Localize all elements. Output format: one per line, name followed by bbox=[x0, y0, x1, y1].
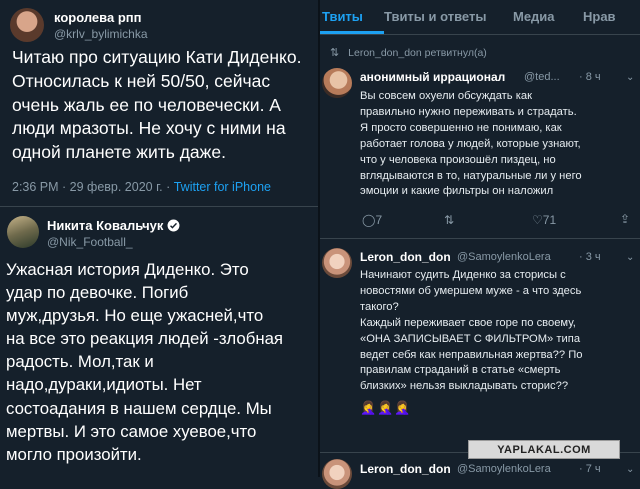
left-panel: королева рпп @krlv_bylimichka Читаю про … bbox=[0, 0, 318, 477]
tweet-time[interactable]: · 7 ч bbox=[579, 463, 601, 475]
tweet-source-link[interactable]: Twitter for iPhone bbox=[174, 180, 271, 194]
author-name: Никита Ковальчук bbox=[47, 218, 180, 233]
tweet-time[interactable]: · 3 ч bbox=[579, 251, 601, 263]
chevron-down-icon[interactable]: ⌄ bbox=[626, 252, 634, 263]
author-name[interactable]: королева рпп bbox=[54, 10, 141, 25]
author-name[interactable]: Leron_don_don bbox=[360, 250, 451, 264]
tab-tweets-and-replies[interactable]: Твиты и ответы bbox=[384, 9, 486, 24]
author-handle[interactable]: @ted... bbox=[524, 71, 560, 83]
tab-tweets[interactable]: Твиты bbox=[322, 9, 363, 24]
chevron-down-icon[interactable]: ⌄ bbox=[626, 72, 634, 83]
retweet-button[interactable]: ⇅ bbox=[444, 213, 454, 227]
tweet-text: Ужасная история Диденко. Это удар по дев… bbox=[6, 260, 284, 464]
retweet-context: ⇅ Leron_don_don ретвитнул(а) bbox=[330, 46, 487, 59]
author-handle[interactable]: @Nik_Football_ bbox=[47, 235, 133, 249]
verified-badge-icon bbox=[167, 218, 180, 233]
author-handle[interactable]: @SamoylenkoLera bbox=[457, 463, 551, 475]
retweet-label[interactable]: Leron_don_don ретвитнул(а) bbox=[348, 47, 487, 59]
avatar[interactable] bbox=[10, 8, 44, 42]
tweet-text: Начинают судить Диденко за сторисы с нов… bbox=[360, 269, 583, 393]
author-name[interactable]: анонимный иррационал bbox=[360, 70, 505, 84]
share-icon[interactable]: ⇪ bbox=[620, 212, 630, 226]
avatar[interactable] bbox=[7, 216, 39, 248]
author-handle[interactable]: @SamoylenkoLera bbox=[457, 251, 551, 263]
retweet-icon: ⇅ bbox=[330, 47, 340, 59]
right-panel: Твиты Твиты и ответы Медиа Нрав ⇅ Leron_… bbox=[320, 0, 640, 489]
author-name[interactable]: Leron_don_don bbox=[360, 462, 451, 476]
avatar[interactable] bbox=[322, 459, 352, 489]
author-name-text[interactable]: Никита Ковальчук bbox=[47, 218, 163, 233]
profile-tabs: Твиты Твиты и ответы Медиа Нрав bbox=[320, 0, 640, 35]
tweet-text: Вы совсем охуели обсуждать как правильно… bbox=[360, 90, 582, 198]
reply-count: 7 bbox=[375, 213, 383, 227]
like-count: 71 bbox=[542, 213, 557, 227]
tweet-timestamp[interactable]: 2:36 PM · 29 февр. 2020 г. · bbox=[12, 180, 170, 194]
tweet-time[interactable]: · 8 ч bbox=[579, 71, 601, 83]
tweet-text: Читаю про ситуацию Кати Диденко. Относил… bbox=[12, 47, 302, 163]
watermark: YAPLAKAL.COM bbox=[468, 440, 620, 459]
tab-media[interactable]: Медиа bbox=[513, 9, 555, 24]
tab-likes[interactable]: Нрав bbox=[583, 9, 616, 24]
divider bbox=[0, 206, 318, 207]
chevron-down-icon[interactable]: ⌄ bbox=[626, 464, 634, 475]
reply-button[interactable]: ◯ 7 bbox=[362, 213, 382, 227]
facepalm-emoji: 🤦‍♀️🤦‍♀️🤦‍♀️ bbox=[360, 400, 412, 415]
avatar[interactable] bbox=[322, 68, 352, 98]
active-tab-indicator bbox=[320, 31, 384, 34]
divider bbox=[320, 238, 640, 239]
author-handle[interactable]: @krlv_bylimichka bbox=[54, 27, 148, 41]
like-button[interactable]: ♡ 71 bbox=[532, 213, 556, 227]
avatar[interactable] bbox=[322, 248, 352, 278]
tweet-meta: 2:36 PM · 29 февр. 2020 г. · Twitter for… bbox=[12, 180, 271, 194]
